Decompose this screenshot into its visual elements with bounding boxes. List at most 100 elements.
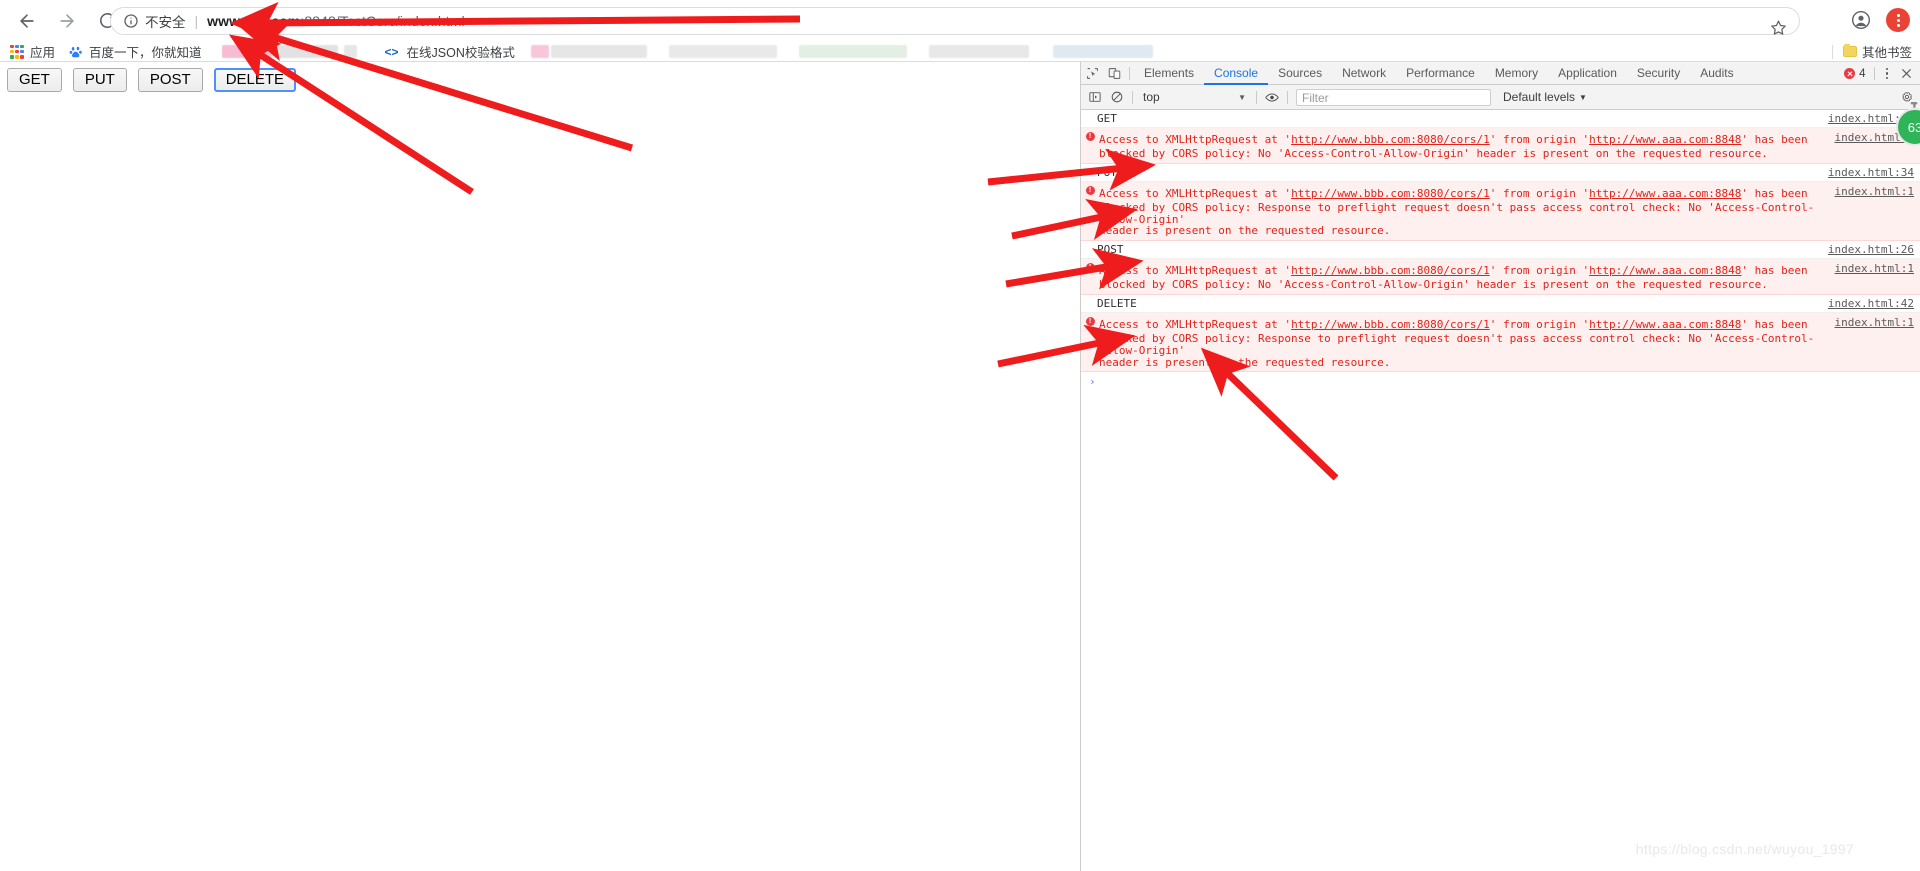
- tab-sources[interactable]: Sources: [1268, 62, 1332, 85]
- chevron-down-icon: ▼: [1579, 92, 1587, 102]
- bookmark-blurred[interactable]: [928, 45, 1029, 58]
- console-source-link[interactable]: index.html:1: [1827, 315, 1914, 368]
- console-source-link[interactable]: index.html:26: [1818, 243, 1914, 256]
- error-link-target[interactable]: http://www.bbb.com:8080/cors/1: [1291, 187, 1490, 200]
- console-error-body: Access to XMLHttpRequest at 'http://www.…: [1099, 184, 1827, 237]
- tab-elements[interactable]: Elements: [1134, 62, 1204, 85]
- device-toolbar-button[interactable]: [1103, 62, 1125, 84]
- bookmark-blurred[interactable]: [668, 45, 777, 58]
- chevron-down-icon: ▼: [1238, 92, 1246, 102]
- tab-audits[interactable]: Audits: [1690, 62, 1743, 85]
- devtools-panel: Elements Console Sources Network Perform…: [1080, 62, 1920, 871]
- tabbar-divider: [1129, 66, 1130, 80]
- back-button[interactable]: [10, 4, 44, 38]
- console-source-link[interactable]: index.html:42: [1818, 297, 1914, 310]
- bookmark-blurred[interactable]: [271, 45, 338, 58]
- forward-button[interactable]: [50, 4, 84, 38]
- console-log-entry[interactable]: GET index.html:18: [1081, 110, 1920, 128]
- bookmark-blurred[interactable]: [221, 45, 272, 58]
- console-source-link[interactable]: index.html:34: [1818, 166, 1914, 179]
- console-log-text: PUT: [1097, 165, 1117, 179]
- console-filter-bar: top ▼ Filter Default levels ▼: [1081, 85, 1920, 110]
- bookmark-json-validator[interactable]: <> 在线JSON校验格式: [381, 41, 519, 62]
- tab-application[interactable]: Application: [1548, 62, 1627, 85]
- bookmarks-divider: [1831, 44, 1833, 59]
- console-error-line3: header is present on the requested resou…: [1099, 224, 1391, 238]
- put-button[interactable]: PUT: [72, 68, 127, 92]
- console-prompt[interactable]: ›: [1081, 372, 1920, 391]
- live-expression-button[interactable]: [1261, 86, 1283, 108]
- info-circle-icon[interactable]: [123, 13, 139, 29]
- console-sidebar-button[interactable]: [1084, 86, 1106, 108]
- console-log-entry[interactable]: POST index.html:26: [1081, 241, 1920, 260]
- log-levels-selector[interactable]: Default levels ▼: [1503, 90, 1587, 104]
- other-bookmarks[interactable]: 其他书签: [1822, 41, 1912, 62]
- console-error-body: Access to XMLHttpRequest at 'http://www.…: [1099, 130, 1827, 160]
- bookmark-star-button[interactable]: [1763, 12, 1793, 42]
- http-method-buttons: GET PUT POST DELETE: [7, 68, 297, 92]
- apps-grid-icon: [10, 44, 24, 59]
- get-button[interactable]: GET: [7, 68, 62, 92]
- folder-icon: [1842, 44, 1857, 57]
- bookmark-blurred[interactable]: [550, 45, 647, 58]
- url-path: :8848/TestCors/index.html: [300, 13, 465, 29]
- error-icon: [1081, 184, 1099, 237]
- bookmark-blurred[interactable]: [1052, 45, 1153, 58]
- console-error-line1: Access to XMLHttpRequest at 'http://www.…: [1099, 186, 1808, 200]
- execution-context-selector[interactable]: top ▼: [1137, 90, 1252, 104]
- tab-console[interactable]: Console: [1204, 62, 1268, 85]
- console-log-entry[interactable]: PUT index.html:34: [1081, 163, 1920, 182]
- address-bar[interactable]: 不安全 | www.aaa.com:8848/TestCors/index.ht…: [110, 7, 1800, 35]
- url-text: www.aaa.com:8848/TestCors/index.html: [207, 13, 465, 29]
- arrow-right-icon: [60, 13, 74, 28]
- security-status-label: 不安全: [145, 15, 186, 30]
- tab-network[interactable]: Network: [1332, 62, 1396, 85]
- error-link-origin[interactable]: http://www.aaa.com:8848: [1589, 133, 1741, 146]
- chrome-toolbar-right: [1846, 5, 1910, 35]
- browser-window: 不安全 | www.aaa.com:8848/TestCors/index.ht…: [0, 0, 1920, 871]
- error-link-target[interactable]: http://www.bbb.com:8080/cors/1: [1291, 264, 1490, 277]
- bookmark-baidu-label: 百度一下，你就知道: [89, 46, 202, 60]
- console-message-list[interactable]: GET index.html:18 Access to XMLHttpReque…: [1081, 110, 1920, 870]
- console-source-link[interactable]: index.html:1: [1827, 184, 1914, 237]
- tabbar-divider: [1873, 67, 1875, 80]
- clear-console-button[interactable]: [1106, 86, 1128, 108]
- bookmarks-bar: 应用 百度一下，你就知道 <> 在线JSON校验格式 其他书签: [0, 41, 1920, 62]
- error-link-target[interactable]: http://www.bbb.com:8080/cors/1: [1291, 318, 1490, 331]
- bookmark-blurred[interactable]: [530, 45, 549, 58]
- bookmark-apps[interactable]: 应用: [6, 41, 59, 62]
- console-filter-input[interactable]: Filter: [1296, 88, 1491, 106]
- error-count-badge[interactable]: 4: [1841, 68, 1868, 80]
- tab-performance[interactable]: Performance: [1396, 62, 1485, 85]
- chrome-menu-button[interactable]: [1886, 8, 1910, 32]
- watermark: https://blog.csdn.net/wuyou_1997: [1635, 841, 1854, 857]
- error-link-origin[interactable]: http://www.aaa.com:8848: [1589, 187, 1741, 200]
- tab-security[interactable]: Security: [1627, 62, 1690, 85]
- url-host: www.aaa.com: [207, 13, 301, 29]
- inspect-element-button[interactable]: [1081, 62, 1103, 84]
- error-link-target[interactable]: http://www.bbb.com:8080/cors/1: [1291, 133, 1490, 146]
- post-button[interactable]: POST: [137, 68, 203, 92]
- console-error-line1: Access to XMLHttpRequest at 'http://www.…: [1099, 133, 1808, 146]
- bookmark-blurred[interactable]: [798, 45, 907, 58]
- console-error-line2: blocked by CORS policy: Response to pref…: [1099, 331, 1815, 357]
- console-error-entry[interactable]: Access to XMLHttpRequest at 'http://www.…: [1081, 312, 1920, 373]
- error-icon: [1081, 315, 1099, 368]
- bookmark-baidu[interactable]: 百度一下，你就知道: [65, 41, 206, 62]
- console-log-entry[interactable]: DELETE index.html:42: [1081, 294, 1920, 313]
- console-error-entry[interactable]: Access to XMLHttpRequest at 'http://www.…: [1081, 181, 1920, 242]
- error-link-origin[interactable]: http://www.aaa.com:8848: [1589, 318, 1741, 331]
- console-source-link[interactable]: index.html:1: [1827, 261, 1914, 291]
- chrome-menu-icon: [1896, 13, 1900, 27]
- error-link-origin[interactable]: http://www.aaa.com:8848: [1589, 264, 1741, 277]
- tab-memory[interactable]: Memory: [1485, 62, 1548, 85]
- profile-button[interactable]: [1846, 5, 1876, 35]
- devtools-close-button[interactable]: [1896, 64, 1916, 84]
- console-error-entry[interactable]: Access to XMLHttpRequest at 'http://www.…: [1081, 128, 1920, 164]
- bookmark-blurred[interactable]: [343, 45, 357, 58]
- console-error-entry[interactable]: Access to XMLHttpRequest at 'http://www.…: [1081, 259, 1920, 295]
- console-error-line3: header is present on the requested resou…: [1099, 355, 1391, 369]
- prompt-caret-icon: ›: [1089, 375, 1096, 389]
- devtools-more-button[interactable]: [1880, 64, 1895, 84]
- delete-button[interactable]: DELETE: [213, 68, 297, 92]
